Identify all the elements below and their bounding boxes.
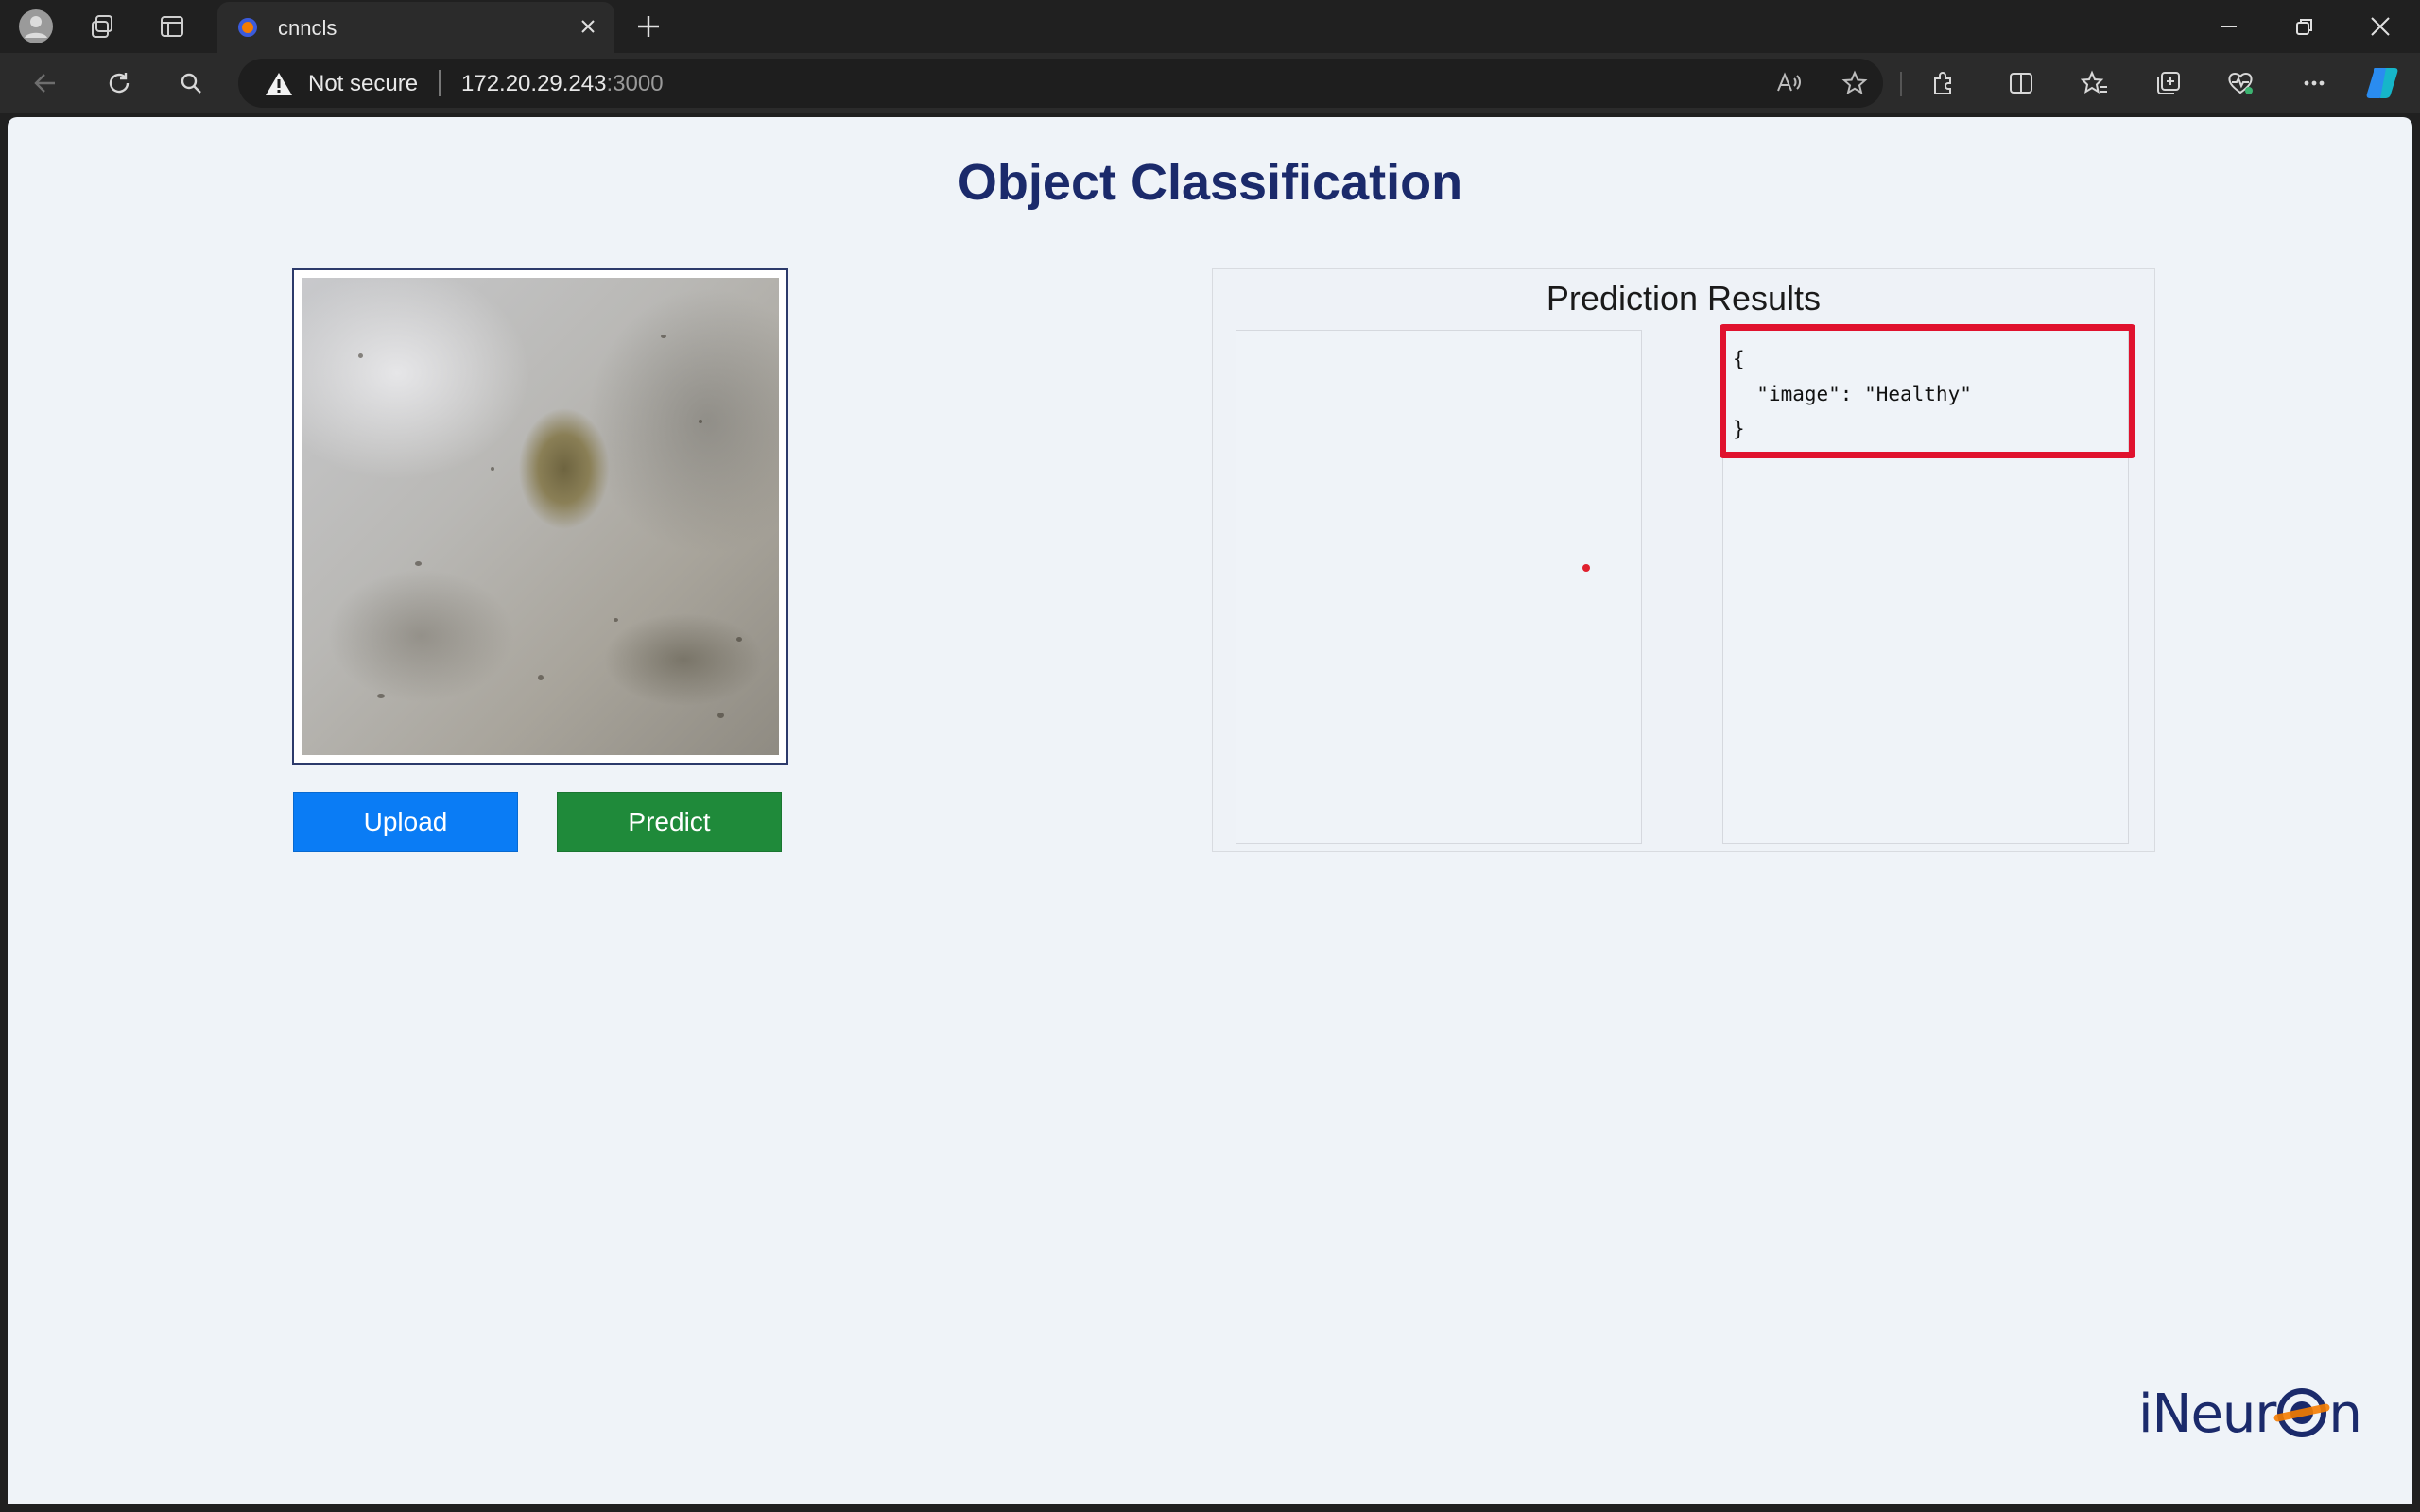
browser-essentials-icon[interactable] [2220,62,2261,104]
address-separator [439,70,441,96]
upload-button[interactable]: Upload [293,792,518,852]
result-image-box [1236,330,1642,844]
profile-icon[interactable] [17,8,55,45]
logo-o-icon [2277,1388,2327,1437]
minimize-icon[interactable] [2203,8,2256,45]
favorites-icon[interactable] [2074,62,2116,104]
uploaded-image-frame [292,268,788,765]
uploaded-image [302,278,779,755]
tab-actions-icon[interactable] [153,8,191,45]
favorite-star-icon[interactable] [1836,64,1874,102]
tab-favicon-icon [238,18,257,37]
copilot-icon[interactable] [2363,62,2405,104]
url-host: 172.20.29.243 [461,71,607,96]
ineuron-logo: iNeur n [2138,1383,2362,1445]
collections-icon[interactable] [2148,62,2189,104]
back-icon[interactable] [25,62,66,104]
browser-tab-strip: cnncls [0,0,2420,53]
prediction-results-panel: Prediction Results { "image": "Healthy"} [1212,268,2155,852]
url-text[interactable]: 172.20.29.243:3000 [461,71,664,97]
tab-cnncls[interactable]: cnncls [217,2,614,53]
predict-button[interactable]: Predict [557,792,782,852]
prediction-results-title: Prediction Results [1546,279,1822,318]
url-port: :3000 [606,71,664,96]
new-tab-icon[interactable] [631,9,666,43]
window-bottom-border [0,1504,2420,1512]
more-icon[interactable] [2293,62,2335,104]
cursor-dot [1582,564,1590,572]
close-icon[interactable] [575,13,601,40]
restore-icon[interactable] [2278,8,2331,45]
close-window-icon[interactable] [2354,8,2407,45]
security-label[interactable]: Not secure [308,71,418,97]
browser-toolbar: Not secure 172.20.29.243:3000 [0,53,2420,113]
split-screen-icon[interactable] [2000,62,2042,104]
logo-suffix: n [2328,1383,2361,1445]
tab-title: cnncls [278,16,337,40]
extensions-icon[interactable] [1923,62,1964,104]
page-viewport: Object Classification Upload Predict Pre… [8,117,2412,1504]
page-title: Object Classification [957,154,1463,211]
toolbar-divider [1900,72,1902,96]
search-icon[interactable] [170,62,212,104]
warning-icon[interactable] [265,72,293,101]
workspaces-icon[interactable] [83,8,121,45]
logo-prefix: iNeur [2138,1383,2276,1445]
read-aloud-icon[interactable] [1770,64,1807,102]
refresh-icon[interactable] [98,62,140,104]
address-bar[interactable]: Not secure 172.20.29.243:3000 [238,59,1883,108]
result-highlight-box [1720,324,2135,458]
